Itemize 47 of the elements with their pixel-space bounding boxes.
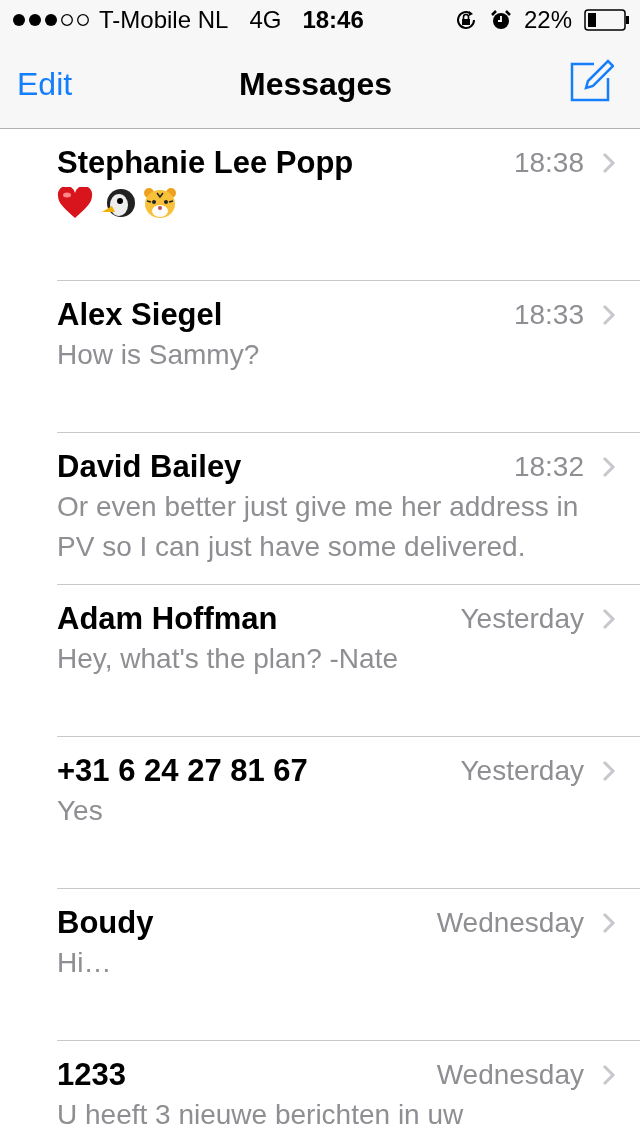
message-time: Yesterday — [460, 603, 584, 635]
contact-name: +31 6 24 27 81 67 — [57, 753, 309, 789]
contact-name: Stephanie Lee Popp — [57, 145, 355, 181]
message-preview: Hey, what's the plan? -Nate — [57, 642, 399, 676]
heart-icon — [57, 187, 93, 219]
chevron-icon — [602, 912, 616, 934]
contact-name: Alex Siegel — [57, 297, 224, 333]
chevron-icon — [602, 608, 616, 630]
message-time: 18:33 — [513, 299, 584, 331]
message-time: Yesterday — [460, 755, 584, 787]
tiger-icon — [143, 187, 177, 219]
compose-icon[interactable] — [570, 58, 614, 102]
conversation-row[interactable]: Adam Hoffman Yesterday Hey, what's the plan? -Nate — [57, 585, 640, 737]
status-time: 18:46 — [302, 6, 364, 34]
message-preview: U heeft 3 nieuwe berichten in uw — [57, 1098, 465, 1132]
chevron-icon — [602, 760, 616, 782]
message-time: 18:38 — [513, 147, 584, 179]
signal-icon — [12, 12, 90, 28]
message-time: Wednesday — [436, 1059, 584, 1091]
alarm-clock-icon — [489, 9, 512, 31]
battery-icon — [584, 9, 630, 31]
chevron-icon — [602, 456, 616, 478]
contact-name: Adam Hoffman — [57, 601, 279, 637]
network-type: 4G — [249, 6, 282, 34]
chevron-icon — [602, 152, 616, 174]
battery-percent: 22% — [523, 6, 572, 34]
conversation-row[interactable]: Stephanie Lee Popp 18:38 — [57, 129, 640, 281]
conversation-row[interactable]: 1233 Wednesday U heeft 3 nieuwe berichten in uw — [57, 1041, 640, 1136]
carrier-name: T-Mobile NL — [99, 6, 229, 34]
penguin-icon — [101, 187, 135, 219]
message-preview: Hi… — [57, 946, 113, 980]
conversation-row[interactable]: Alex Siegel 18:33 How is Sammy? — [57, 281, 640, 433]
message-preview: Or even better just give me her address in PV so I can just have some delivered. — [57, 490, 580, 564]
chevron-icon — [602, 304, 616, 326]
message-time: Wednesday — [436, 907, 584, 939]
conversation-row[interactable]: David Bailey 18:32 Or even better just give me her address in PV so I can just have some delivered. — [57, 433, 640, 585]
message-preview: How is Sammy? — [57, 338, 261, 372]
edit-button[interactable]: Edit — [17, 65, 73, 103]
screen-title: Messages — [239, 65, 392, 103]
conversation-row[interactable]: Boudy Wednesday Hi… — [57, 889, 640, 1041]
contact-name: Boudy — [57, 905, 155, 941]
chevron-icon — [602, 1064, 616, 1086]
conversation-row[interactable]: +31 6 24 27 81 67 Yesterday Yes — [57, 737, 640, 889]
contact-name: David Bailey — [57, 449, 243, 485]
message-time: 18:32 — [513, 451, 584, 483]
contact-name: 1233 — [57, 1057, 127, 1093]
message-preview: Yes — [57, 794, 104, 828]
